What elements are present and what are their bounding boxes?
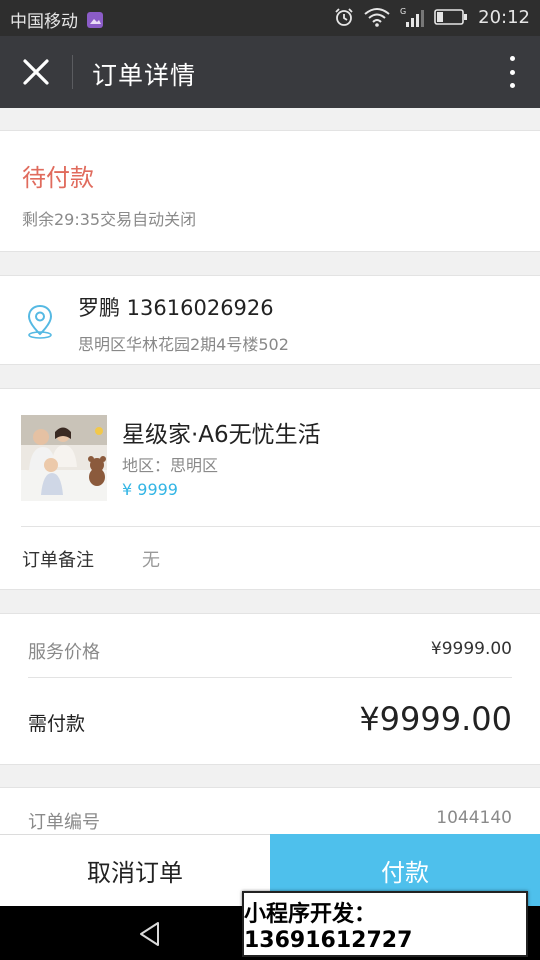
wifi-icon [364, 8, 390, 27]
page-title: 订单详情 [92, 61, 197, 90]
divider [21, 526, 540, 527]
back-triangle-icon [140, 922, 159, 946]
gallery-notification-icon [87, 11, 103, 28]
address-section[interactable]: 罗鹏 13616026926 思明区华林花园2期4号楼502 [0, 275, 540, 365]
product-region: 地区：思明区 [122, 456, 219, 475]
more-vertical-icon-dot [509, 56, 515, 61]
product-section: 星级家·A6无忧生活 地区：思明区 ¥ 9999 订单备注 无 [0, 388, 540, 590]
service-price-value: ¥9999.00 [430, 639, 512, 659]
clock-time: 20:12 [478, 6, 530, 28]
battery-icon [434, 9, 468, 25]
title-bar: 订单详情 [0, 36, 540, 108]
more-button[interactable] [500, 54, 524, 90]
order-status-title: 待付款 [22, 164, 94, 192]
close-icon [23, 59, 49, 85]
status-bar: 中国移动 G 20:12 [0, 0, 540, 36]
title-divider [72, 55, 73, 89]
more-vertical-icon-dot [509, 69, 515, 75]
remark-label: 订单备注 [22, 550, 94, 571]
status-bar-left: 中国移动 [10, 7, 104, 32]
order-status-section: 待付款 剩余29:35交易自动关闭 [0, 130, 540, 252]
more-vertical-icon-dot [509, 83, 515, 88]
divider [28, 677, 512, 678]
order-number-value: 1044140 [436, 808, 512, 828]
order-countdown: 剩余29:35交易自动关闭 [22, 210, 197, 229]
order-number-label: 订单编号 [28, 812, 100, 833]
nav-back-button[interactable] [136, 920, 164, 948]
svg-text:G: G [400, 7, 406, 16]
address-detail: 思明区华林花园2期4号楼502 [78, 335, 289, 354]
cancel-order-button[interactable]: 取消订单 [0, 834, 270, 906]
family-photo-image [21, 415, 107, 501]
close-button[interactable] [16, 52, 56, 92]
amount-due-label: 需付款 [28, 713, 86, 735]
location-pin-icon [27, 304, 53, 339]
signal-icon: G [400, 7, 425, 27]
alarm-icon [335, 8, 353, 26]
product-price: ¥ 9999 [122, 480, 178, 499]
service-price-label: 服务价格 [28, 642, 100, 663]
recipient-name-phone: 罗鹏 13616026926 [78, 296, 274, 320]
pricing-section: 服务价格 ¥9999.00 需付款 ¥9999.00 [0, 613, 540, 765]
product-name: 星级家·A6无忧生活 [122, 422, 321, 448]
status-bar-right: G 20:12 [334, 6, 530, 28]
product-thumbnail[interactable] [21, 415, 107, 501]
carrier-name: 中国移动 [10, 12, 78, 32]
amount-due-value: ¥9999.00 [359, 700, 512, 738]
promo-overlay: 小程序开发：13691612727 [242, 891, 528, 957]
remark-value: 无 [142, 550, 160, 571]
